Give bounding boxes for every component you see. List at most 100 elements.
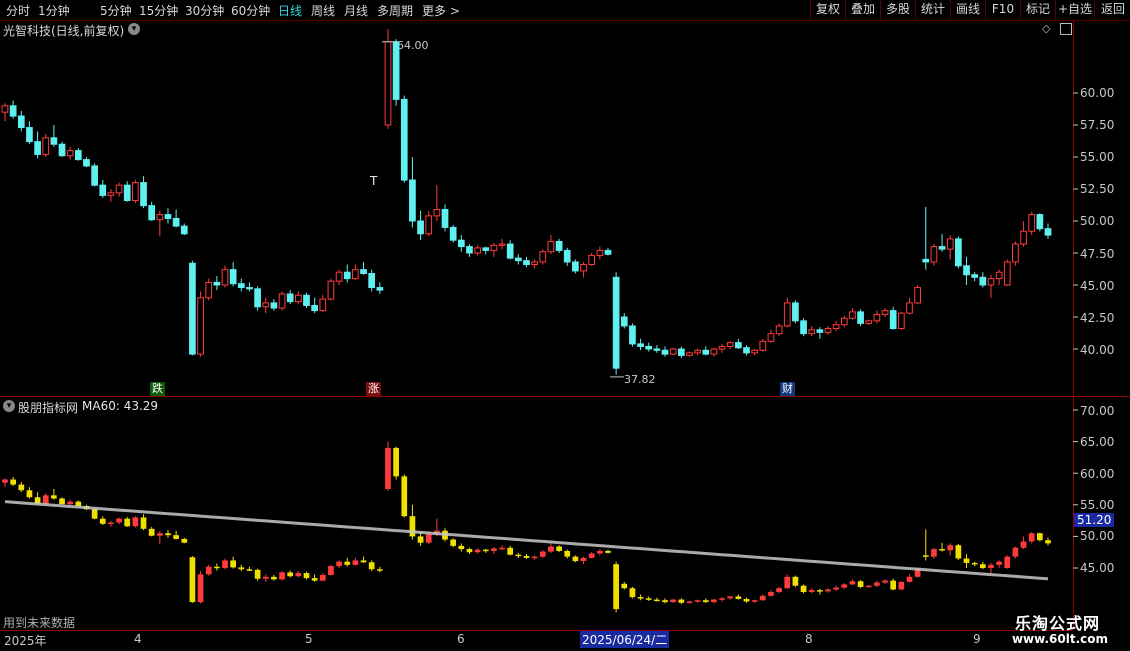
indicator-bar	[654, 599, 660, 602]
indicator-bar	[214, 566, 220, 569]
indicator-bar	[181, 538, 188, 543]
indicator-bar	[59, 498, 65, 505]
candle-body	[645, 345, 653, 350]
indicator-bar	[99, 518, 106, 524]
candle-body	[514, 257, 522, 262]
candle-body	[946, 238, 954, 250]
candle-body	[702, 349, 710, 355]
candle-body	[726, 342, 734, 347]
indicator-bar	[865, 585, 872, 588]
candle-body	[91, 165, 98, 186]
indicator-bar	[10, 479, 17, 485]
candle-body	[490, 244, 498, 251]
candle-body	[311, 304, 318, 312]
candle-body	[197, 297, 204, 355]
indicator-bar	[319, 574, 326, 581]
indicator-bar	[466, 549, 473, 553]
indicator-bar	[376, 569, 383, 571]
candle-body	[286, 293, 294, 303]
candle-body	[963, 265, 970, 276]
candle-body	[800, 320, 807, 335]
indicator-bar	[91, 509, 98, 519]
candle-body	[620, 316, 628, 327]
indicator-bar	[385, 447, 391, 489]
indicator-bar	[727, 596, 734, 599]
candle-body	[148, 205, 156, 221]
indicator-bar	[906, 576, 913, 582]
indicator-bar	[768, 592, 774, 596]
indicator-bar	[588, 553, 595, 558]
indicator-bar	[425, 533, 432, 543]
indicator-bar	[988, 564, 994, 568]
indicator-bar	[271, 576, 277, 580]
indicator-bar	[401, 476, 408, 517]
candle-body	[922, 258, 930, 263]
candle-body	[588, 255, 596, 266]
indicator-bar	[572, 556, 579, 562]
indicator-bar	[189, 557, 196, 603]
candle-body	[531, 261, 539, 266]
candle-body	[433, 208, 441, 217]
candle-body	[303, 294, 310, 306]
indicator-bar	[1004, 556, 1011, 568]
indicator-bar	[148, 528, 155, 536]
indicator-bar	[808, 590, 815, 593]
indicator-bar	[662, 600, 668, 603]
candle-body	[539, 251, 547, 263]
indicator-bar	[124, 518, 131, 527]
candle-body	[123, 184, 131, 202]
indicator-bar	[450, 539, 457, 546]
candle-body	[865, 320, 873, 324]
indicator-bar	[360, 560, 367, 563]
candle-body	[955, 238, 962, 267]
indicator-bar	[417, 536, 424, 543]
candle-body	[881, 310, 889, 315]
indicator-bar	[108, 522, 114, 524]
indicator-bar	[539, 551, 546, 557]
indicator-bar	[963, 558, 970, 563]
candle-body	[580, 264, 587, 272]
indicator-bar	[18, 484, 25, 491]
candle-body	[596, 249, 604, 257]
indicator-bar	[678, 599, 685, 603]
candle-body	[425, 215, 433, 235]
indicator-bar	[898, 581, 905, 590]
candle-body	[718, 345, 726, 350]
indicator-bar	[205, 566, 212, 575]
candle-body	[26, 127, 33, 143]
indicator-bar	[344, 561, 351, 565]
candle-body	[694, 349, 701, 354]
indicator-bar	[580, 557, 587, 562]
candle-body	[572, 261, 579, 272]
indicator-bar	[971, 562, 978, 565]
indicator-bar	[629, 588, 636, 598]
indicator-bar	[328, 566, 334, 575]
indicator-bar	[816, 590, 823, 592]
indicator-bar	[531, 556, 538, 559]
candle-body	[1044, 228, 1052, 236]
candle-body	[474, 247, 481, 254]
indicator-bar	[645, 598, 652, 600]
candle-body	[816, 329, 824, 333]
candle-body	[889, 310, 897, 330]
candle-body	[661, 349, 669, 355]
indicator-bar	[42, 495, 49, 504]
candle-body	[172, 217, 180, 227]
indicator-bar	[507, 547, 514, 555]
candle-body	[612, 276, 620, 369]
candle-body	[849, 311, 856, 319]
candle-body	[743, 347, 750, 354]
candle-body	[906, 302, 913, 314]
candle-body	[246, 287, 253, 290]
candle-body	[498, 243, 506, 246]
indicator-bar	[759, 595, 766, 601]
indicator-bar	[556, 546, 562, 551]
candle-body	[294, 294, 302, 303]
candle-body	[555, 240, 563, 251]
indicator-bar	[116, 518, 122, 523]
indicator-bar	[1036, 533, 1043, 541]
candle-body	[1003, 261, 1011, 286]
indicator-bar	[393, 447, 399, 477]
candle-body	[686, 352, 693, 356]
indicator-bar	[474, 549, 481, 553]
